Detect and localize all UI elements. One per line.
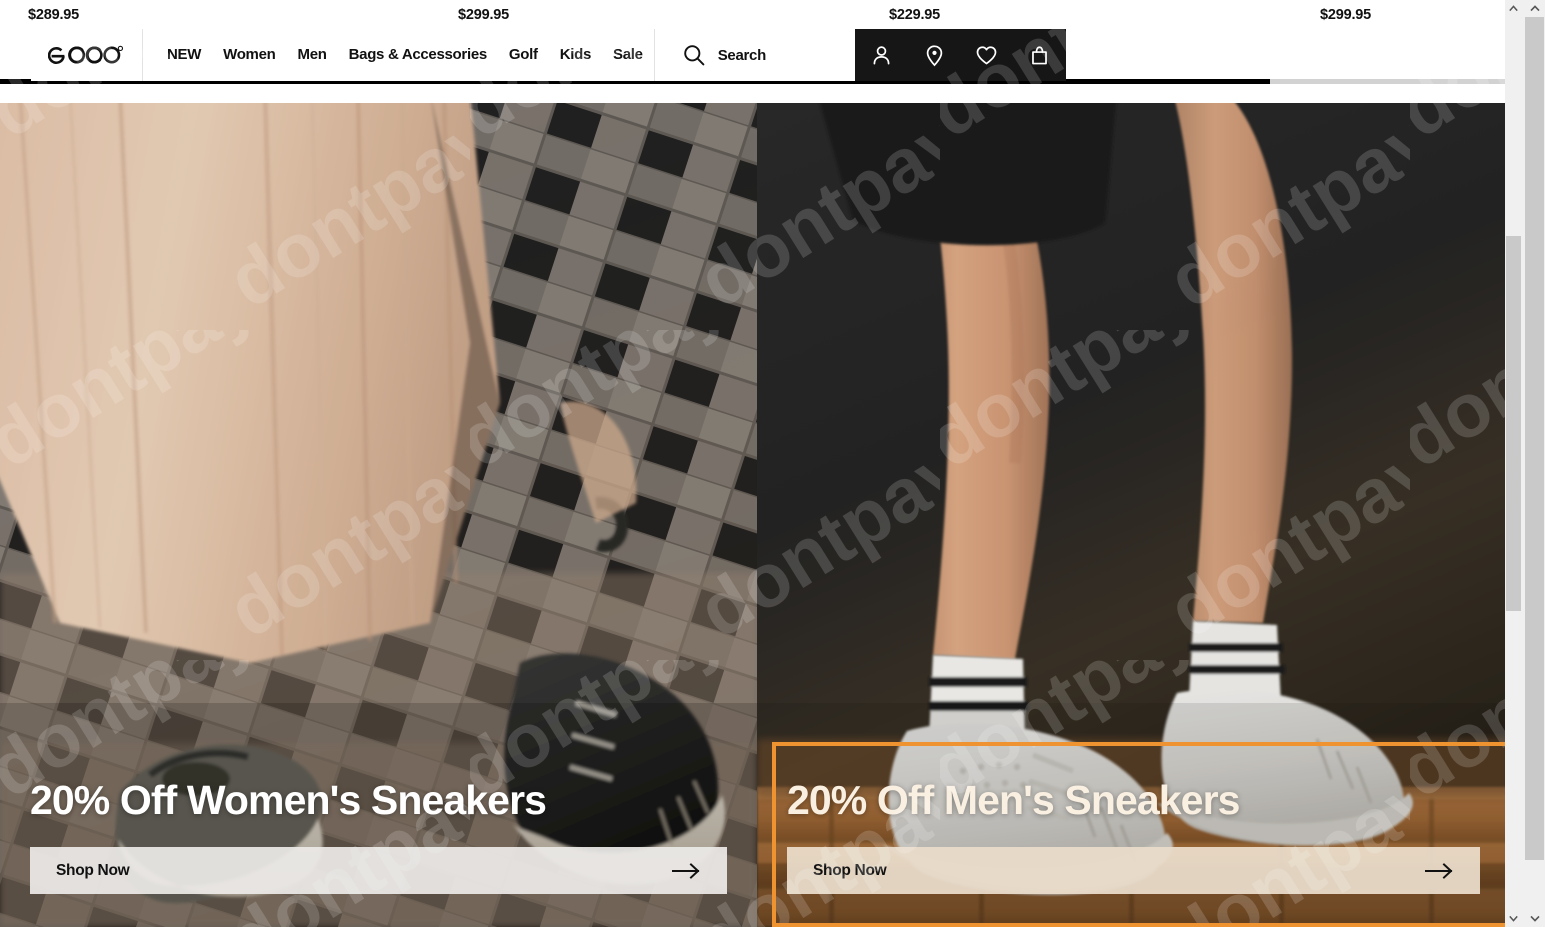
page-scrollbar-thumb[interactable]: [1506, 236, 1521, 611]
browser-scrollbar-thumb[interactable]: [1525, 17, 1544, 860]
site-header: NEW Women Men Bags & Accessories Golf Ki…: [31, 29, 1066, 81]
scroll-up-arrow-icon[interactable]: [1505, 0, 1522, 17]
nav-kids[interactable]: Kids: [549, 29, 602, 81]
product-price: $299.95: [1320, 6, 1372, 23]
main-navigation: NEW Women Men Bags & Accessories Golf Ki…: [143, 29, 654, 81]
account-icon[interactable]: [859, 29, 903, 81]
scroll-down-arrow-icon[interactable]: [1505, 910, 1522, 927]
banner-women-content: 20% Off Women's Sneakers Shop Now: [0, 776, 757, 927]
nav-golf[interactable]: Golf: [498, 29, 549, 81]
search-icon: [683, 45, 705, 66]
product-price: $299.95: [458, 6, 510, 23]
header-icon-cluster: [855, 29, 1066, 81]
banner-women-heading: 20% Off Women's Sneakers: [30, 776, 547, 823]
registered-trademark-icon: [117, 45, 123, 52]
nav-sale[interactable]: Sale: [602, 29, 654, 81]
banner-men[interactable]: 20% Off Men's Sneakers Shop Now: [757, 103, 1510, 927]
ecco-logo[interactable]: [31, 29, 143, 81]
search-input[interactable]: Search: [653, 29, 855, 81]
banner-men-heading: 20% Off Men's Sneakers: [787, 776, 1240, 823]
banner-men-content: 20% Off Men's Sneakers Shop Now: [757, 776, 1510, 927]
nav-new[interactable]: NEW: [156, 29, 212, 81]
store-locator-icon[interactable]: [912, 29, 956, 81]
ecco-logo-mark: [47, 45, 123, 65]
product-price: $229.95: [889, 6, 941, 23]
browser-scroll-up-arrow-icon[interactable]: [1525, 0, 1544, 17]
nav-women[interactable]: Women: [212, 29, 286, 81]
shopping-bag-icon[interactable]: [1018, 29, 1062, 81]
page-scrollbar-vertical[interactable]: [1505, 0, 1522, 927]
banner-men-shop-now-button[interactable]: Shop Now: [787, 847, 1480, 894]
nav-men[interactable]: Men: [287, 29, 338, 81]
browser-scroll-down-arrow-icon[interactable]: [1525, 910, 1544, 927]
banner-women-cta-label: Shop Now: [56, 861, 130, 879]
arrow-right-icon: [1425, 862, 1453, 879]
page-viewport: 20% Off Women's Sneakers Shop Now 20% Of…: [0, 0, 1522, 927]
product-price: $289.95: [28, 6, 80, 23]
nav-bags-accessories[interactable]: Bags & Accessories: [338, 29, 498, 81]
browser-scrollbar-vertical[interactable]: [1522, 0, 1545, 927]
product-price-strip: $289.95 $299.95 $229.95 $299.95: [0, 0, 1510, 29]
search-placeholder: Search: [717, 46, 767, 64]
banner-women[interactable]: 20% Off Women's Sneakers Shop Now: [0, 103, 757, 927]
wishlist-heart-icon[interactable]: [965, 29, 1009, 81]
arrow-right-icon: [672, 862, 700, 879]
promo-banner-row: 20% Off Women's Sneakers Shop Now 20% Of…: [0, 103, 1510, 927]
banner-men-cta-label: Shop Now: [813, 861, 887, 879]
banner-women-shop-now-button[interactable]: Shop Now: [30, 847, 727, 894]
